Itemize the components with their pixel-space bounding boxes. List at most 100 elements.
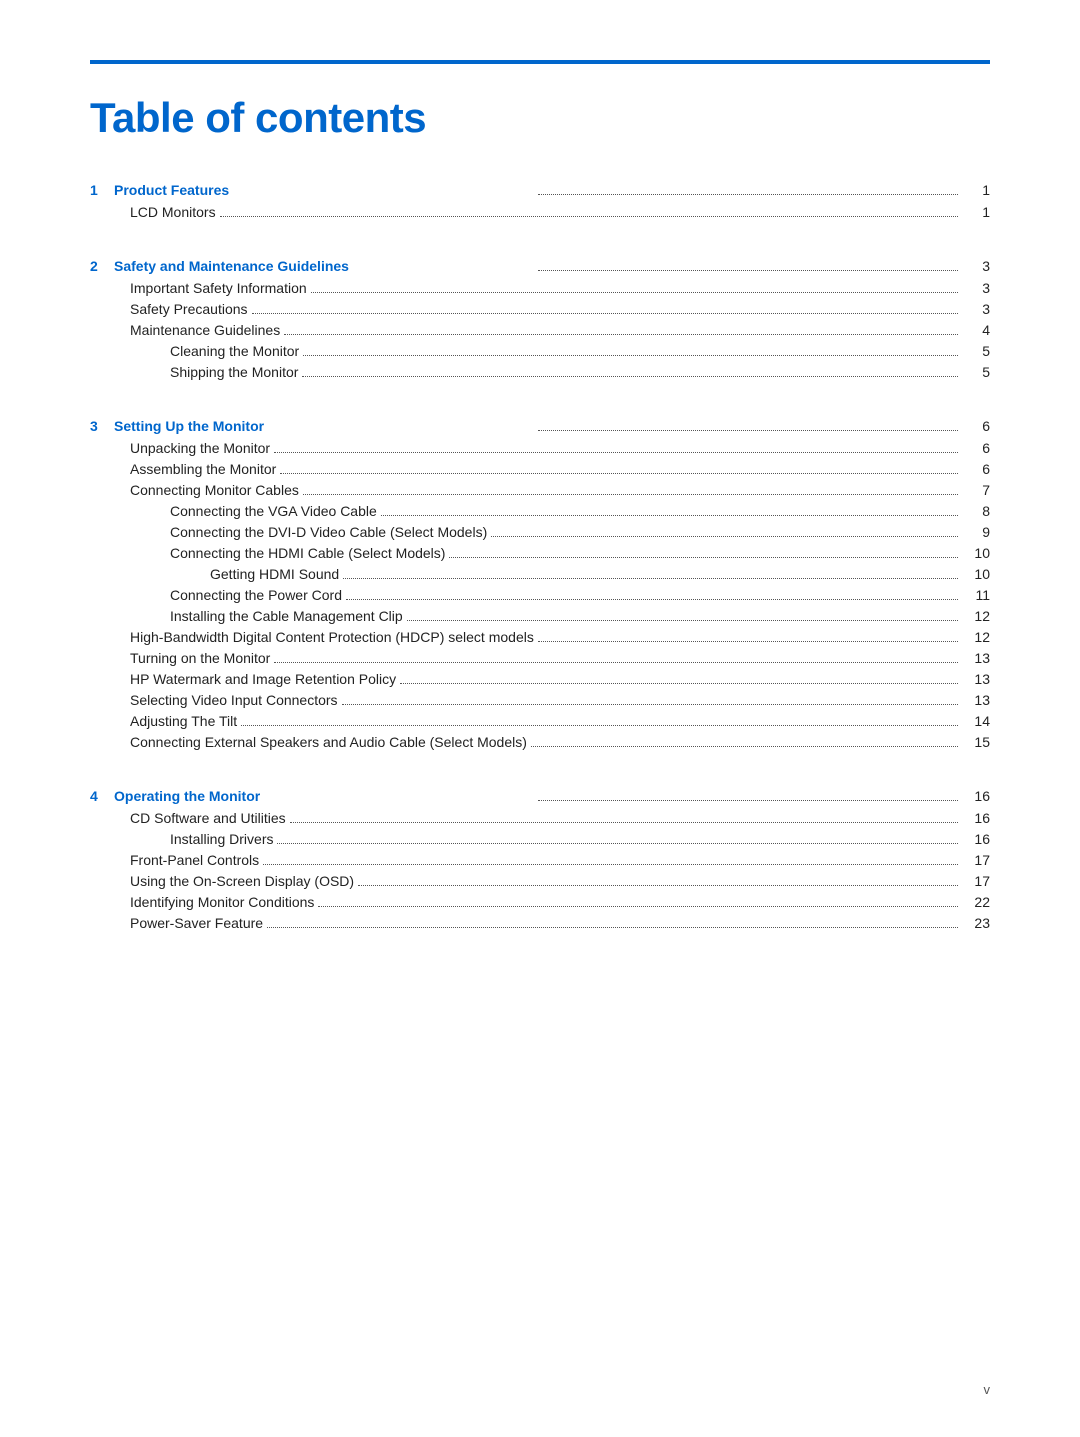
chapter-block-2: 2 Safety and Maintenance Guidelines 3 Imp… [90,258,990,380]
page-footer: v [984,1382,991,1397]
section-dots-3-11 [400,683,958,684]
chapter-line-4[interactable]: 4 Operating the Monitor 16 [90,788,990,804]
chapter-dots-4 [538,800,958,801]
section-line-2-2[interactable]: Maintenance Guidelines 4 [90,322,990,338]
chapter-line-2[interactable]: 2 Safety and Maintenance Guidelines 3 [90,258,990,274]
footer-page-number: v [984,1382,991,1397]
page-container: Table of contents 1 Product Features 1LC… [0,0,1080,1035]
section-title-3-8: Installing the Cable Management Clip [170,608,403,624]
section-dots-4-0 [290,822,958,823]
section-dots-3-14 [531,746,958,747]
chapter-page-1: 1 [962,182,990,198]
chapter-block-4: 4 Operating the Monitor 16CD Software an… [90,788,990,931]
section-dots-3-5 [449,557,958,558]
section-dots-3-8 [407,620,958,621]
section-line-3-13[interactable]: Adjusting The Tilt 14 [90,713,990,729]
section-line-3-7[interactable]: Connecting the Power Cord 11 [90,587,990,603]
section-line-4-3[interactable]: Using the On-Screen Display (OSD) 17 [90,873,990,889]
section-dots-4-3 [358,885,958,886]
section-page-2-2: 4 [962,322,990,338]
section-line-3-2[interactable]: Connecting Monitor Cables 7 [90,482,990,498]
chapter-title-3: Setting Up the Monitor [114,418,534,434]
section-page-3-12: 13 [962,692,990,708]
section-title-1-0: LCD Monitors [130,204,216,220]
toc-body: 1 Product Features 1LCD Monitors 12 Safe… [90,182,990,931]
section-title-3-7: Connecting the Power Cord [170,587,342,603]
section-dots-3-6 [343,578,958,579]
section-page-3-1: 6 [962,461,990,477]
section-line-3-0[interactable]: Unpacking the Monitor 6 [90,440,990,456]
section-line-2-1[interactable]: Safety Precautions 3 [90,301,990,317]
toc-spacer [90,774,990,788]
section-line-3-6[interactable]: Getting HDMI Sound 10 [90,566,990,582]
section-dots-3-2 [303,494,958,495]
section-line-3-4[interactable]: Connecting the DVI-D Video Cable (Select… [90,524,990,540]
section-line-3-1[interactable]: Assembling the Monitor 6 [90,461,990,477]
chapter-block-1: 1 Product Features 1LCD Monitors 1 [90,182,990,220]
section-line-4-4[interactable]: Identifying Monitor Conditions 22 [90,894,990,910]
section-line-1-0[interactable]: LCD Monitors 1 [90,204,990,220]
section-title-3-10: Turning on the Monitor [130,650,270,666]
section-title-3-12: Selecting Video Input Connectors [130,692,338,708]
section-line-3-3[interactable]: Connecting the VGA Video Cable 8 [90,503,990,519]
section-page-3-8: 12 [962,608,990,624]
section-page-3-13: 14 [962,713,990,729]
section-line-3-14[interactable]: Connecting External Speakers and Audio C… [90,734,990,750]
section-page-4-1: 16 [962,831,990,847]
section-page-3-10: 13 [962,650,990,666]
chapter-dots-3 [538,430,958,431]
section-line-3-10[interactable]: Turning on the Monitor 13 [90,650,990,666]
section-dots-2-3 [303,355,958,356]
section-page-3-3: 8 [962,503,990,519]
chapter-number-1: 1 [90,182,114,198]
section-page-4-5: 23 [962,915,990,931]
toc-spacer [90,404,990,418]
section-line-2-0[interactable]: Important Safety Information 3 [90,280,990,296]
section-title-3-14: Connecting External Speakers and Audio C… [130,734,527,750]
chapter-title-4: Operating the Monitor [114,788,534,804]
section-line-3-5[interactable]: Connecting the HDMI Cable (Select Models… [90,545,990,561]
section-dots-2-1 [252,313,958,314]
section-line-3-11[interactable]: HP Watermark and Image Retention Policy … [90,671,990,687]
section-line-2-4[interactable]: Shipping the Monitor 5 [90,364,990,380]
section-title-3-6: Getting HDMI Sound [210,566,339,582]
section-title-3-11: HP Watermark and Image Retention Policy [130,671,396,687]
section-line-4-0[interactable]: CD Software and Utilities 16 [90,810,990,826]
section-dots-2-2 [284,334,958,335]
section-line-2-3[interactable]: Cleaning the Monitor 5 [90,343,990,359]
section-page-4-3: 17 [962,873,990,889]
section-dots-4-2 [263,864,958,865]
section-line-4-5[interactable]: Power-Saver Feature 23 [90,915,990,931]
chapter-number-4: 4 [90,788,114,804]
section-dots-4-4 [318,906,958,907]
chapter-line-3[interactable]: 3 Setting Up the Monitor 6 [90,418,990,434]
section-line-4-2[interactable]: Front-Panel Controls 17 [90,852,990,868]
section-title-3-3: Connecting the VGA Video Cable [170,503,377,519]
section-page-3-0: 6 [962,440,990,456]
section-page-1-0: 1 [962,204,990,220]
section-page-4-0: 16 [962,810,990,826]
chapter-title-1: Product Features [114,182,534,198]
section-dots-3-7 [346,599,958,600]
section-dots-3-3 [381,515,958,516]
section-line-3-9[interactable]: High-Bandwidth Digital Content Protectio… [90,629,990,645]
section-page-3-6: 10 [962,566,990,582]
section-dots-3-13 [241,725,958,726]
section-title-3-5: Connecting the HDMI Cable (Select Models… [170,545,445,561]
section-dots-3-1 [280,473,958,474]
section-page-3-7: 11 [962,587,990,603]
section-title-2-1: Safety Precautions [130,301,248,317]
section-title-2-0: Important Safety Information [130,280,307,296]
section-dots-2-4 [302,376,958,377]
toc-spacer [90,244,990,258]
chapter-title-2: Safety and Maintenance Guidelines [114,258,534,274]
section-title-2-2: Maintenance Guidelines [130,322,280,338]
section-dots-3-10 [274,662,958,663]
section-line-3-12[interactable]: Selecting Video Input Connectors 13 [90,692,990,708]
section-page-4-2: 17 [962,852,990,868]
section-line-4-1[interactable]: Installing Drivers 16 [90,831,990,847]
section-line-3-8[interactable]: Installing the Cable Management Clip 12 [90,608,990,624]
chapter-line-1[interactable]: 1 Product Features 1 [90,182,990,198]
section-page-2-4: 5 [962,364,990,380]
section-dots-3-4 [491,536,958,537]
